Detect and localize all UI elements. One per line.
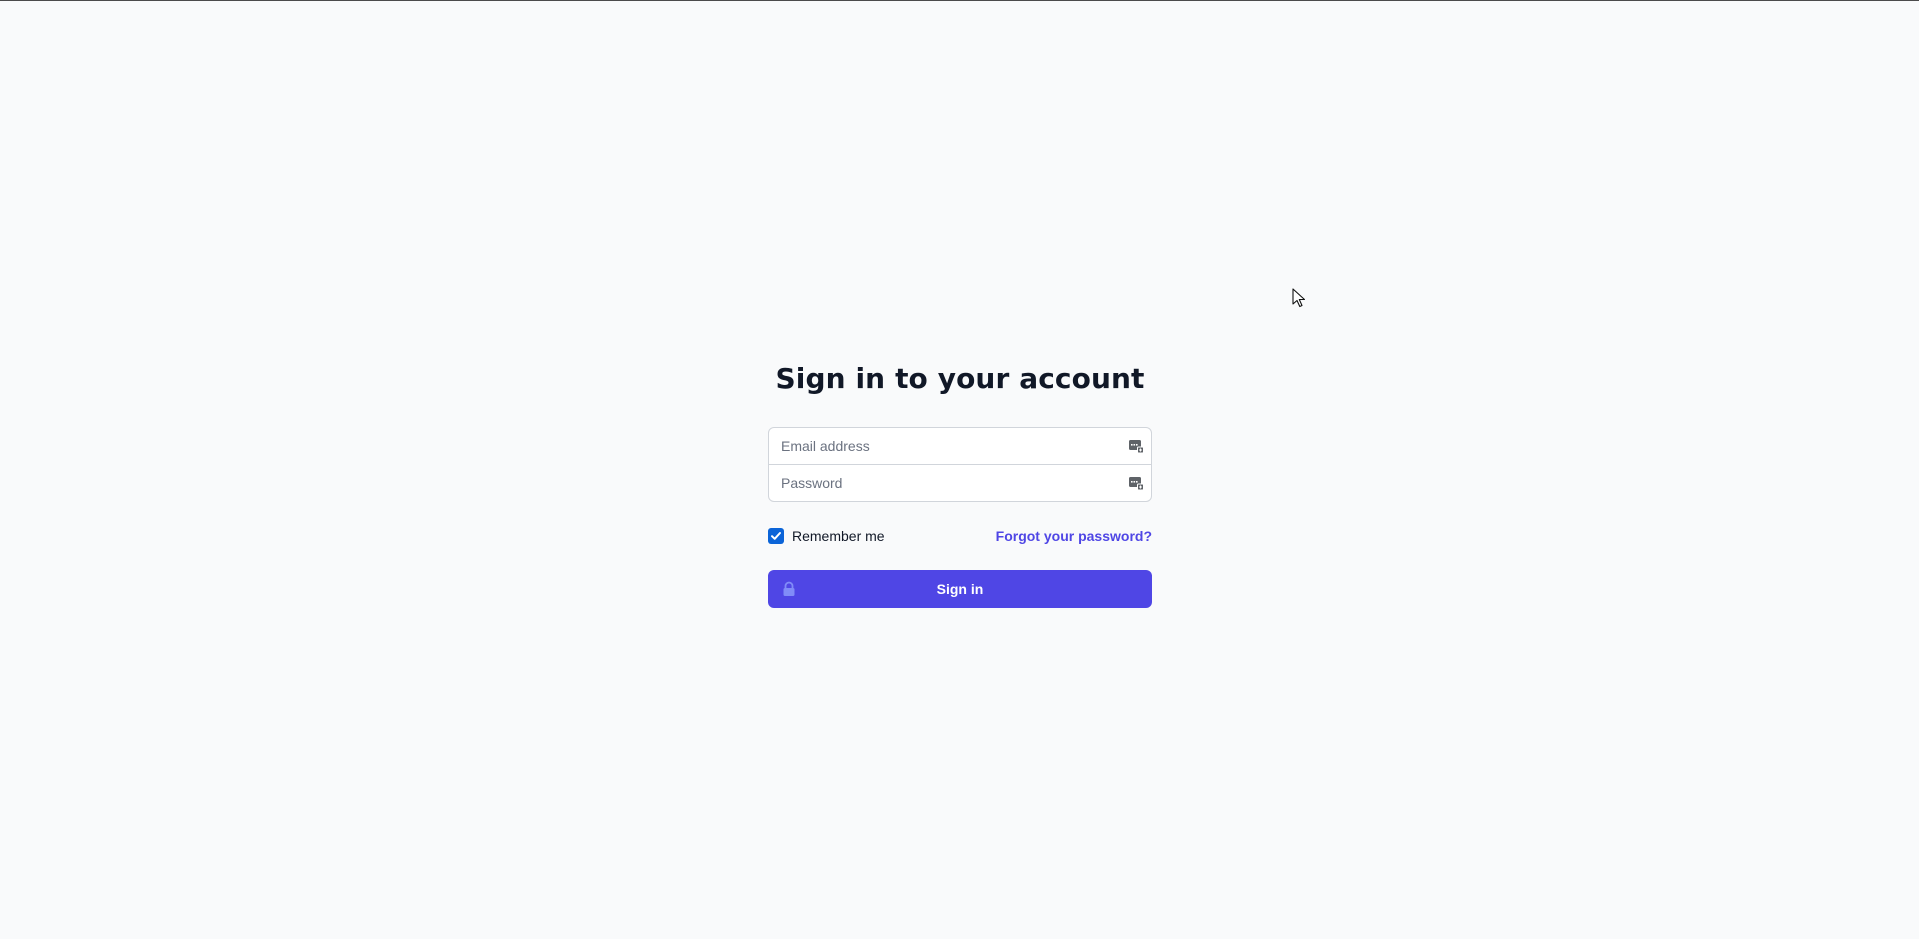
- autofill-icon[interactable]: [1128, 475, 1144, 491]
- sign-in-options: Remember me Forgot your password?: [768, 526, 1152, 546]
- remember-me[interactable]: Remember me: [768, 528, 885, 544]
- checkmark-icon: [771, 532, 781, 540]
- sign-in-button-label: Sign in: [936, 581, 984, 597]
- sign-in-panel: Sign in to your account Email address Re…: [768, 357, 1152, 608]
- forgot-password-link[interactable]: Forgot your password?: [996, 528, 1152, 544]
- password-field-wrapper: [769, 464, 1151, 501]
- sign-in-button[interactable]: Sign in: [768, 570, 1152, 608]
- page-title: Sign in to your account: [775, 362, 1145, 395]
- password-field[interactable]: [769, 465, 1151, 501]
- lock-icon: [783, 581, 795, 596]
- sign-in-page: Sign in to your account Email address Re…: [0, 1, 1919, 939]
- credentials-group: [768, 427, 1152, 502]
- sign-in-form: Remember me Forgot your password? Sign i…: [768, 427, 1152, 608]
- mouse-cursor-icon: [1292, 288, 1306, 308]
- autofill-icon[interactable]: [1128, 438, 1144, 454]
- email-field-wrapper: [769, 428, 1151, 464]
- remember-me-checkbox[interactable]: [768, 528, 784, 544]
- email-field[interactable]: [769, 428, 1151, 464]
- remember-me-label: Remember me: [792, 528, 885, 544]
